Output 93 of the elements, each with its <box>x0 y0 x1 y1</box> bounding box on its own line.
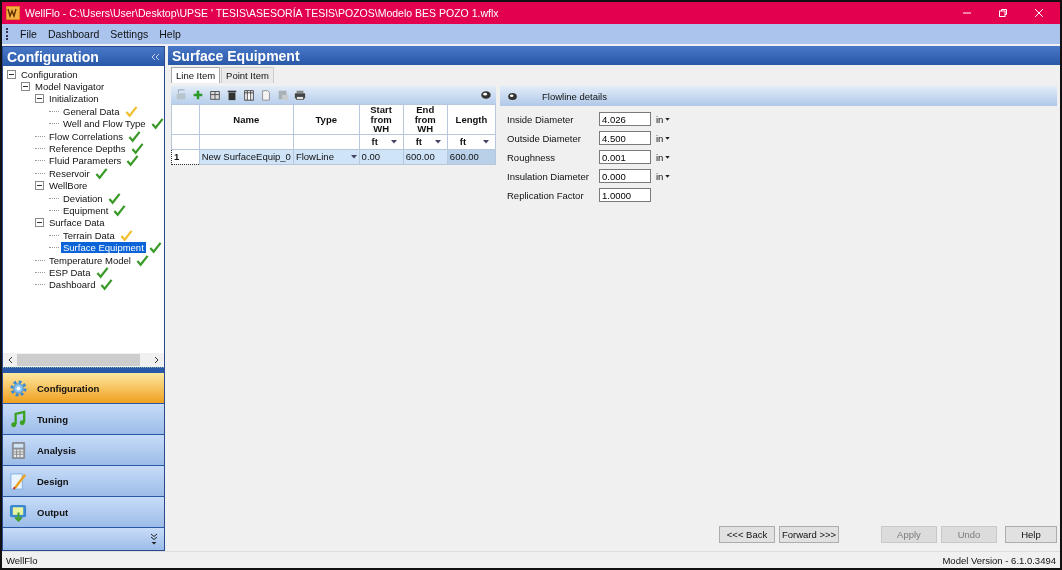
splitter-handle[interactable] <box>3 367 164 373</box>
tab[interactable]: Point Item <box>221 67 274 83</box>
nav-button[interactable]: Analysis <box>3 435 164 466</box>
tree-item[interactable]: Dashboard <box>47 279 98 291</box>
action-button[interactable]: Forward >>> <box>779 526 839 543</box>
input-field[interactable]: 4.500 <box>599 131 651 145</box>
column-header: End from WH <box>403 104 448 134</box>
dropdown-arrow-icon <box>665 136 671 140</box>
nav-button[interactable]: Output <box>3 497 164 528</box>
columns-icon[interactable] <box>243 89 255 101</box>
field-label: Replication Factor <box>507 189 585 201</box>
tree-item[interactable]: Fluid Parameters <box>47 155 124 167</box>
pencil-document-icon <box>9 471 28 491</box>
table-cell: 600.00 <box>405 151 435 162</box>
app-logo-icon <box>6 6 20 20</box>
unit-dropdown[interactable]: in <box>656 113 671 125</box>
action-button[interactable]: <<< Back <box>719 526 775 543</box>
tree-item[interactable]: ESP Data <box>47 266 93 278</box>
column-header: Name <box>199 104 294 134</box>
tree-item[interactable]: Surface Data <box>47 217 107 229</box>
calculator-icon <box>9 440 28 460</box>
panel-title: Configuration <box>7 48 99 65</box>
dropdown-arrow-icon <box>483 139 489 144</box>
tree-item[interactable]: Reference Depths <box>47 143 128 155</box>
collapse-toggle[interactable] <box>35 94 44 104</box>
dropdown-arrow-icon <box>390 139 397 144</box>
gear-icon <box>9 378 28 398</box>
tree-item[interactable]: Temperature Model <box>47 254 133 266</box>
details-title: Flowline details <box>542 90 607 102</box>
input-field[interactable]: 4.026 <box>599 112 651 126</box>
field-label: Roughness <box>507 151 557 163</box>
tree-item[interactable]: Reservoir <box>47 167 92 179</box>
input-field[interactable]: 0.001 <box>599 150 651 164</box>
unit-dropdown[interactable]: in <box>656 151 671 163</box>
menu-item[interactable]: File <box>19 28 38 40</box>
tree-item[interactable]: Configuration <box>19 68 80 80</box>
dropdown-arrow-icon <box>434 139 441 144</box>
nav-button[interactable]: Tuning <box>3 404 164 435</box>
status-text: WellFlo <box>6 554 38 566</box>
tree-item[interactable]: General Data <box>61 105 122 117</box>
dropdown-arrow-icon <box>665 155 671 159</box>
output-grid-icon <box>9 502 28 522</box>
add-icon[interactable] <box>192 89 204 101</box>
nav-button[interactable]: Design <box>3 466 164 497</box>
tree-item[interactable]: Deviation <box>61 192 105 204</box>
nav-button[interactable]: Configuration <box>3 373 164 404</box>
unit-dropdown[interactable]: in <box>656 132 671 144</box>
dropdown-arrow-icon <box>665 174 671 178</box>
table-cell: 600.00 <box>449 151 479 162</box>
collapse-toggle[interactable] <box>35 181 44 191</box>
tree-item[interactable]: Flow Correlations <box>47 130 125 142</box>
collapse-toggle[interactable] <box>7 69 16 79</box>
menu-item[interactable]: Help <box>158 28 182 40</box>
tree-item[interactable]: WellBore <box>47 180 90 192</box>
version-text: Model Version - 6.1.0.3494 <box>942 554 1056 566</box>
scrollbar-thumb[interactable] <box>17 354 140 366</box>
tree-item[interactable]: Surface Equipment <box>61 242 146 254</box>
menu-grip <box>6 28 10 40</box>
collapse-toggle[interactable] <box>35 218 44 228</box>
tree-item[interactable]: Model Navigator <box>33 81 107 93</box>
tree-item[interactable]: Terrain Data <box>61 229 117 241</box>
insert-row-icon[interactable] <box>209 89 221 101</box>
input-field[interactable]: 1.0000 <box>599 188 651 202</box>
collapse-toggle[interactable] <box>21 82 30 92</box>
unit-dropdown[interactable]: in <box>656 170 671 182</box>
dropdown-arrow-icon <box>350 154 357 159</box>
menu-item[interactable]: Settings <box>109 28 150 40</box>
document-icon[interactable] <box>260 89 272 101</box>
input-field[interactable]: 0.000 <box>599 169 651 183</box>
collapse-icon[interactable] <box>150 52 160 61</box>
column-header: Start from WH <box>359 104 404 134</box>
tree-item[interactable]: Equipment <box>61 205 111 216</box>
tab[interactable]: Line Item <box>171 67 221 83</box>
tree-item[interactable]: Initialization <box>47 93 101 105</box>
restore-icon[interactable] <box>998 8 1008 18</box>
page-title: Surface Equipment <box>172 47 300 64</box>
window-title: WellFlo - C:\Users\User\Desktop\UPSE ' TESIS\ASESORÍA TESIS\POZOS\Modelo BES POZO 1.wflx <box>25 7 500 19</box>
table-cell: 0.00 <box>361 151 381 162</box>
field-label: Inside Diameter <box>507 113 575 125</box>
column-header: Type <box>293 104 360 134</box>
menu-item[interactable]: Dashboard <box>46 28 101 40</box>
tree-item[interactable]: Well and Flow Type <box>61 118 148 130</box>
printer-icon[interactable] <box>294 89 306 101</box>
dropdown-arrow-icon <box>665 117 671 121</box>
table-cell: New SurfaceEquip_0 <box>201 151 291 162</box>
column-header: Length <box>447 104 496 134</box>
action-button[interactable]: Help <box>1005 526 1057 543</box>
trash-icon[interactable] <box>226 89 238 101</box>
close-icon[interactable] <box>1034 8 1044 18</box>
field-label: Outside Diameter <box>507 132 582 144</box>
overflow-chevron-icon[interactable] <box>150 533 158 545</box>
music-note-icon <box>9 409 28 429</box>
field-label: Insulation Diameter <box>507 170 590 182</box>
